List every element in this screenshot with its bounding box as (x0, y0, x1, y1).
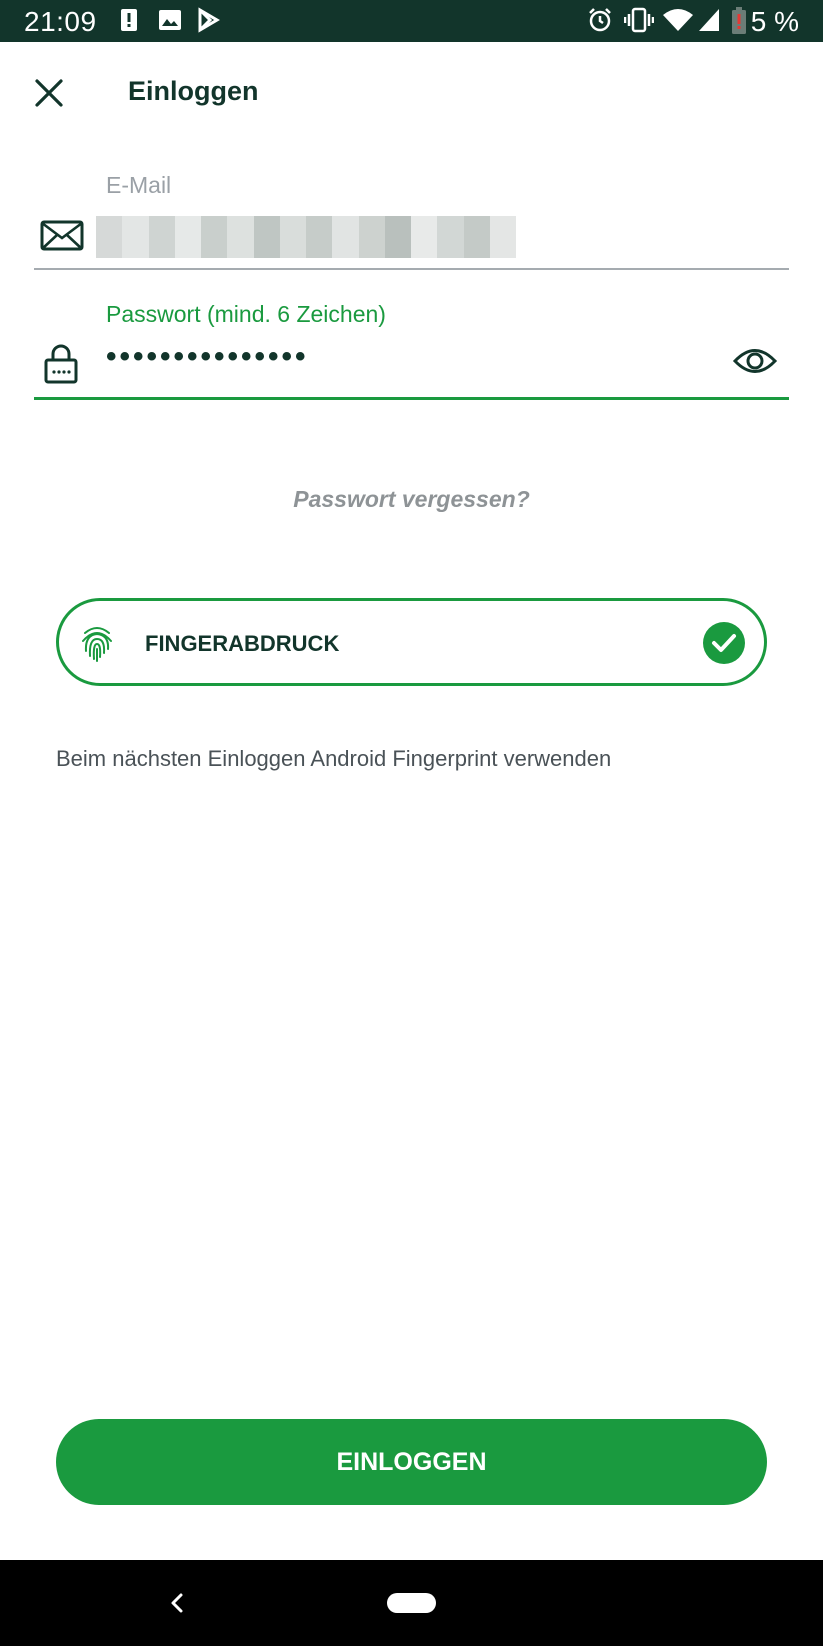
battery-icon (731, 7, 747, 40)
navigation-bar (0, 1560, 823, 1646)
page-title: Einloggen (128, 76, 259, 106)
vibrate-icon (623, 7, 655, 38)
login-screen: 21:09 5 % Einloggen E-Mail Passwort (min… (0, 0, 823, 1646)
status-bar: 21:09 5 % (0, 0, 823, 42)
fingerprint-toggle[interactable]: FINGERABDRUCK (56, 598, 767, 686)
check-circle-icon (703, 622, 745, 664)
fingerprint-label: FINGERABDRUCK (145, 631, 340, 656)
battery-percent: 5 % (750, 6, 799, 37)
close-icon (35, 79, 63, 107)
status-time: 21:09 (24, 6, 97, 37)
alarm-icon (587, 7, 613, 38)
alert-icon (120, 7, 138, 38)
back-button[interactable] (162, 1588, 192, 1618)
home-button[interactable] (387, 1593, 436, 1613)
password-field[interactable]: ••••••••••••••• (34, 330, 789, 400)
password-value: ••••••••••••••• (106, 340, 309, 373)
email-value-pixelated (96, 216, 516, 258)
app-header: Einloggen (0, 42, 823, 142)
email-field[interactable] (34, 200, 789, 270)
login-button[interactable]: EINLOGGEN (56, 1419, 767, 1505)
email-label: E-Mail (106, 172, 172, 198)
forgot-password-link[interactable]: Passwort vergessen? (0, 486, 823, 513)
signal-icon (697, 7, 721, 38)
image-icon (158, 7, 182, 38)
wifi-icon (662, 7, 694, 38)
fingerprint-icon (82, 627, 112, 662)
toggle-password-visibility-button[interactable] (732, 344, 778, 378)
close-button[interactable] (28, 72, 70, 114)
eye-icon (732, 349, 778, 373)
password-label: Passwort (mind. 6 Zeichen) (106, 301, 386, 327)
lock-icon (44, 344, 78, 389)
play-store-icon (197, 7, 221, 38)
back-chevron-icon (171, 1593, 183, 1613)
fingerprint-hint: Beim nächsten Einloggen Android Fingerpr… (56, 746, 612, 771)
mail-icon (40, 220, 84, 257)
